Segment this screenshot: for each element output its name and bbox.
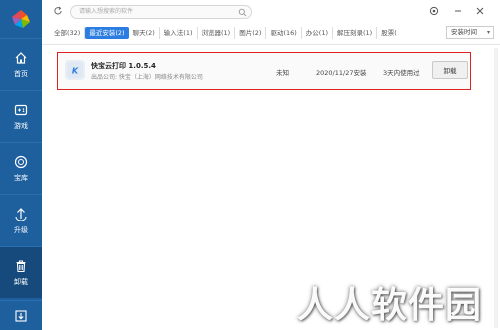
chevron-down-icon: ▾ (486, 29, 490, 36)
sidebar-item-home[interactable]: 首页 (0, 38, 42, 90)
app-name: 快宝云打印 1.0.5.4 (91, 62, 156, 70)
watermark: 人人软件园 (296, 285, 482, 326)
sidebar-item-upgrade[interactable]: 升级 (0, 194, 42, 246)
tab-stock[interactable]: 股票( (377, 27, 401, 39)
treasure-icon (14, 155, 28, 168)
sidebar-item-treasure[interactable]: 宝库 (0, 142, 42, 194)
tab-browser[interactable]: 浏览器(1) (198, 27, 236, 39)
tab-archive[interactable]: 解压刻录(1) (333, 27, 378, 39)
sort-select[interactable]: 安装时间 ▾ (446, 26, 494, 39)
minimize-button[interactable] (452, 5, 464, 17)
search-icon[interactable] (238, 8, 247, 22)
search-input[interactable]: 请输入想搜索的软件 (70, 5, 252, 19)
uninstall-button[interactable]: 卸载 (432, 61, 468, 79)
list-item[interactable]: K 快宝云打印 1.0.5.4 出品公司: 快宝（上海）网络技术有限公司 未知 … (57, 52, 471, 90)
app-publisher: 出品公司: 快宝（上海）网络技术有限公司 (91, 74, 203, 81)
download-icon (15, 309, 27, 322)
tab-recent[interactable]: 最近安装(2) (85, 27, 129, 39)
gamepad-icon (14, 104, 28, 115)
tab-all[interactable]: 全部(32) (50, 27, 86, 39)
settings-button[interactable] (428, 5, 440, 17)
upgrade-icon (15, 207, 27, 221)
refresh-button[interactable] (52, 5, 64, 17)
app-logo (0, 0, 42, 38)
divider (42, 44, 500, 45)
gear-icon (429, 6, 439, 16)
tab-input-method[interactable]: 输入法(1) (160, 27, 198, 39)
search-placeholder: 请输入想搜索的软件 (79, 8, 134, 15)
app-size: 未知 (276, 69, 289, 77)
tab-chat[interactable]: 聊天(2) (129, 27, 160, 39)
sort-label: 安装时间 (451, 28, 477, 36)
app-icon: K (65, 60, 85, 80)
app-usage: 3天内使用过 (383, 69, 420, 77)
sidebar-item-label: 升级 (14, 225, 28, 234)
svg-text:K: K (72, 67, 79, 76)
category-tabs: 全部(32) 最近安装(2) 聊天(2) 输入法(1) 浏览器(1) 图片(2)… (50, 26, 450, 40)
trash-icon (16, 259, 26, 272)
sidebar: 首页 游戏 宝库 升级 卸载 (0, 0, 42, 330)
sidebar-item-games[interactable]: 游戏 (0, 90, 42, 142)
sidebar-item-label: 宝库 (14, 173, 28, 182)
scrollbar[interactable] (494, 48, 498, 328)
close-icon (476, 7, 484, 15)
tab-office[interactable]: 办公(1) (302, 27, 333, 39)
refresh-icon (54, 6, 62, 15)
sidebar-item-label: 游戏 (14, 121, 28, 130)
tab-driver[interactable]: 驱动(16) (266, 27, 302, 39)
close-button[interactable] (474, 5, 486, 17)
home-icon (15, 51, 27, 64)
top-bar: 请输入想搜索的软件 (42, 0, 500, 24)
download-button[interactable] (0, 300, 42, 330)
sidebar-item-uninstall[interactable]: 卸载 (0, 246, 42, 298)
sidebar-item-label: 首页 (14, 69, 28, 78)
minimize-icon (455, 10, 461, 12)
tab-image[interactable]: 图片(2) (235, 27, 267, 39)
logo-icon (12, 10, 30, 28)
app-install-date: 2020/11/27安装 (316, 69, 367, 77)
sidebar-item-label: 卸载 (14, 277, 28, 286)
